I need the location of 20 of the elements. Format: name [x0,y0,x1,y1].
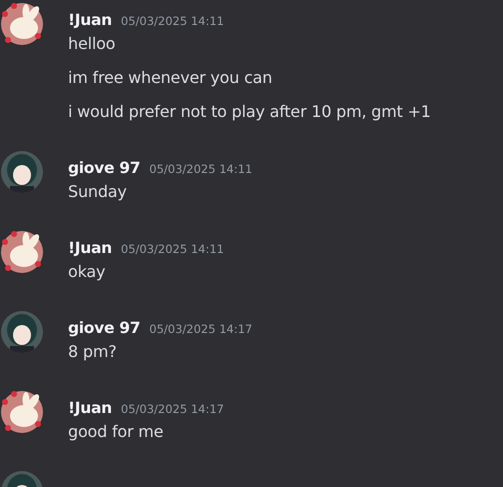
message-text: helloo [68,33,116,55]
message-text: im free whenever you can [68,67,274,89]
username[interactable]: !Juan [68,11,112,29]
avatar [0,230,44,274]
timestamp: 05/03/2025 14:17 [149,322,252,336]
avatar [0,390,44,434]
username[interactable]: giove 97 [68,159,140,177]
message-text: good for me [68,421,164,443]
message-text: i would prefer not to play after 10 pm, gmt +1 [68,101,431,123]
message-text: okay [68,261,106,283]
timestamp: 05/03/2025 14:11 [120,242,224,256]
timestamp: 05/03/2025 14:11 [149,162,252,176]
timestamp: 05/03/2025 14:17 [120,402,224,416]
username[interactable]: !Juan [68,399,112,417]
message-text: 8 pm? [68,341,118,363]
username[interactable]: giove 97 [68,319,140,337]
avatar [0,2,44,46]
timestamp: 05/03/2025 14:11 [120,14,224,28]
username[interactable]: !Juan [68,239,112,257]
message-text: Sunday [68,181,128,203]
